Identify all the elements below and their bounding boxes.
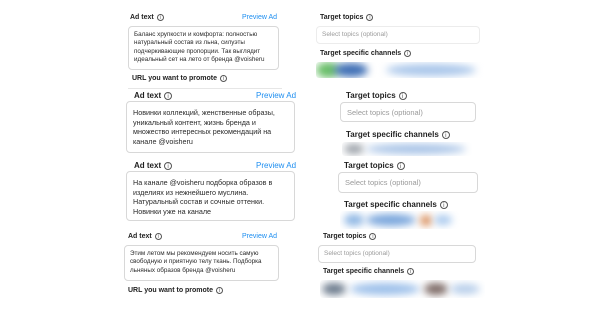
channel-avatar-blur: [344, 144, 364, 154]
topics-select[interactable]: Select topics (optional): [340, 102, 476, 122]
topics-select[interactable]: Select topics (optional): [338, 172, 478, 193]
channel-avatar-blur: [366, 144, 466, 154]
preview-ad-link[interactable]: Preview Ad: [242, 233, 277, 240]
target-channels-label: Target specific channels i: [346, 130, 450, 139]
target-channels-label: Target specific channels i: [323, 268, 415, 275]
channel-thumbnails[interactable]: [342, 142, 472, 156]
ad-text-input[interactable]: Новинки коллекций, женственные образы, у…: [126, 101, 295, 153]
info-icon: i: [164, 91, 173, 100]
ad-text-value: Баланс хрупкости и комфорта: полностью н…: [134, 31, 265, 64]
target-topics-label: Target topics i: [346, 91, 407, 100]
channel-avatar-blur: [424, 283, 448, 295]
preview-ad-link[interactable]: Preview Ad: [242, 14, 277, 21]
url-label: URL you want to promote i: [132, 75, 228, 82]
channel-avatar-blur: [434, 215, 452, 225]
url-label: URL you want to promote i: [128, 287, 224, 294]
target-topics-label-text: Target topics: [320, 14, 364, 21]
preview-ad-link[interactable]: Preview Ad: [256, 91, 296, 100]
info-icon: i: [216, 287, 224, 294]
channel-avatar-blur: [366, 214, 416, 226]
target-channels-label: Target specific channels i: [344, 200, 448, 209]
info-icon: i: [439, 200, 448, 209]
target-channels-label-text: Target specific channels: [346, 130, 439, 139]
ad-text-label: Ad text i: [128, 233, 162, 240]
channel-avatar-blur: [450, 284, 480, 294]
channel-avatar-blur: [344, 214, 364, 226]
topics-select[interactable]: Select topics (optional): [318, 245, 476, 263]
target-channels-label-text: Target specific channels: [320, 50, 402, 57]
target-topics-label: Target topics i: [344, 161, 405, 170]
topics-placeholder: Select topics (optional): [324, 250, 390, 257]
info-icon: i: [156, 14, 164, 21]
channel-thumbnails[interactable]: [320, 280, 485, 298]
info-icon: i: [398, 91, 407, 100]
ad-text-label-text: Ad text: [134, 91, 162, 100]
ad-text-input[interactable]: Этим летом мы рекомендуем носить самую с…: [124, 245, 279, 281]
ad-text-label: Ad text i: [134, 91, 173, 100]
ad-text-input[interactable]: Баланс хрупкости и комфорта: полностью н…: [128, 26, 279, 70]
url-label-text: URL you want to promote: [128, 287, 214, 294]
target-topics-label-text: Target topics: [344, 161, 394, 170]
channel-avatar-blur: [420, 215, 432, 226]
ad-text-value: Новинки коллекций, женственные образы, у…: [133, 108, 275, 146]
target-channels-label-text: Target specific channels: [344, 200, 437, 209]
ad-text-value: Этим летом мы рекомендуем носить самую с…: [130, 250, 262, 274]
info-icon: i: [441, 130, 450, 139]
channel-avatar-blur: [334, 63, 368, 77]
url-label-text: URL you want to promote: [132, 75, 218, 82]
channel-thumbnails[interactable]: [340, 211, 460, 229]
channel-thumbnails[interactable]: [316, 62, 486, 78]
topics-placeholder: Select topics (optional): [322, 31, 388, 38]
channel-avatar-blur: [386, 64, 476, 76]
preview-ad-link[interactable]: Preview Ad: [256, 161, 296, 170]
ad-text-label: Ad text i: [134, 161, 173, 170]
topics-placeholder: Select topics (optional): [345, 178, 421, 187]
topics-placeholder: Select topics (optional): [347, 108, 423, 117]
ad-text-label: Ad text i: [130, 14, 164, 21]
info-icon: i: [164, 161, 173, 170]
target-topics-label-text: Target topics: [346, 91, 396, 100]
info-icon: i: [407, 268, 415, 275]
channel-avatar-blur: [350, 283, 420, 295]
target-topics-label: Target topics i: [320, 14, 374, 21]
target-topics-label: Target topics i: [323, 233, 377, 240]
ad-text-label-text: Ad text: [130, 14, 154, 21]
ad-text-value: На канале @voisheru подборка образов в и…: [133, 178, 273, 216]
target-topics-label-text: Target topics: [323, 233, 367, 240]
info-icon: i: [366, 14, 374, 21]
ad-text-label-text: Ad text: [134, 161, 162, 170]
info-icon: i: [154, 233, 162, 240]
ad-text-input[interactable]: На канале @voisheru подборка образов в и…: [126, 171, 295, 221]
info-icon: i: [396, 161, 405, 170]
target-channels-label-text: Target specific channels: [323, 268, 405, 275]
info-icon: i: [404, 50, 412, 57]
ad-text-label-text: Ad text: [128, 233, 152, 240]
section-divider: [128, 88, 282, 89]
info-icon: i: [220, 75, 228, 82]
topics-select[interactable]: Select topics (optional): [316, 26, 480, 44]
info-icon: i: [369, 233, 377, 240]
channel-avatar-blur: [322, 283, 346, 295]
target-channels-label: Target specific channels i: [320, 50, 412, 57]
